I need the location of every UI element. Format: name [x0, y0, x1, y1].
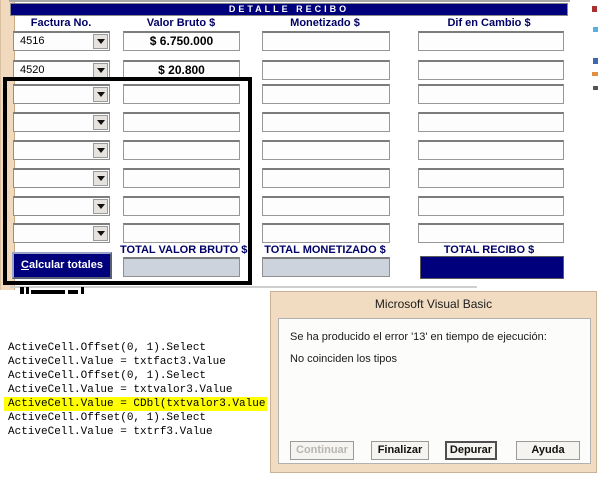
factura-combobox[interactable] [13, 140, 110, 160]
dif-en-cambio-input[interactable] [418, 168, 564, 188]
combo-dropdown-arrow-icon[interactable] [93, 171, 108, 186]
factura-combobox[interactable] [13, 84, 110, 104]
monetizado-input[interactable] [262, 168, 390, 188]
valor-bruto-input[interactable]: $ 20.800 [123, 60, 240, 80]
total-valor-bruto-label: TOTAL VALOR BRUTO $ [120, 244, 248, 256]
dif-en-cambio-input[interactable] [418, 196, 564, 216]
column-header-valor-bruto: Valor Bruto $ [146, 17, 216, 29]
table-row [0, 84, 600, 104]
code-text: ActiveCell.Value = CDbl(txtvalor3.Value [4, 397, 268, 411]
code-text: ActiveCell.Offset(0, 1).Select [8, 412, 207, 424]
monetizado-input[interactable] [262, 60, 390, 80]
dif-en-cambio-input[interactable] [418, 140, 564, 160]
code-text: ActiveCell.Offset(0, 1).Select [8, 342, 207, 354]
calcular-totales-button[interactable]: Calcular totales [12, 252, 112, 279]
combo-dropdown-arrow-icon[interactable] [93, 199, 108, 214]
code-line: ActiveCell.Value = txtrf3.Value [8, 425, 267, 439]
valor-bruto-input[interactable] [123, 112, 240, 132]
table-row: 4520 $ 20.800 [0, 60, 600, 80]
factura-combobox[interactable]: 4516 [13, 31, 110, 51]
table-row [0, 223, 600, 243]
vba-code-listing: ActiveCell.Offset(0, 1).Select ActiveCell… [4, 341, 268, 439]
factura-combobox[interactable] [13, 196, 110, 216]
dif-en-cambio-input[interactable] [418, 31, 564, 51]
finalizar-button[interactable]: Finalizar [371, 441, 429, 460]
combo-dropdown-arrow-icon[interactable] [93, 115, 108, 130]
combo-dropdown-arrow-icon[interactable] [93, 226, 108, 241]
code-line: ActiveCell.Value = txtvalor3.Value [8, 383, 267, 397]
monetizado-input[interactable] [262, 196, 390, 216]
column-header-monetizado: Monetizado $ [290, 17, 360, 29]
total-monetizado-field[interactable] [262, 257, 390, 277]
code-line-highlighted: ActiveCell.Value = CDbl(txtvalor3.Value [4, 397, 268, 411]
ayuda-button[interactable]: Ayuda [516, 441, 580, 460]
vb-error-dialog: Microsoft Visual Basic Se ha producido e… [270, 291, 597, 473]
total-monetizado-label: TOTAL MONETIZADO $ [264, 244, 386, 256]
combo-dropdown-arrow-icon[interactable] [93, 63, 108, 78]
code-line: ActiveCell.Offset(0, 1).Select [8, 411, 267, 425]
cropped-control-remnant [18, 287, 88, 294]
code-text: ActiveCell.Value = txtrf3.Value [8, 426, 213, 438]
monetizado-input[interactable] [262, 140, 390, 160]
combo-dropdown-arrow-icon[interactable] [93, 143, 108, 158]
combo-dropdown-arrow-icon[interactable] [93, 87, 108, 102]
code-line: ActiveCell.Offset(0, 1).Select [8, 369, 267, 383]
factura-combobox-value: 4520 [20, 64, 45, 76]
dialog-content: Se ha producido el error '13' en tiempo … [278, 318, 591, 464]
total-valor-bruto-field[interactable] [123, 257, 240, 277]
code-line: ActiveCell.Offset(0, 1).Select [8, 341, 267, 355]
valor-bruto-input[interactable] [123, 84, 240, 104]
table-row [0, 112, 600, 132]
total-recibo-label: TOTAL RECIBO $ [443, 244, 535, 256]
error-message-line1: Se ha producido el error '13' en tiempo … [290, 331, 547, 343]
valor-bruto-input[interactable] [123, 140, 240, 160]
total-recibo-field[interactable] [420, 256, 564, 279]
column-header-factura: Factura No. [30, 17, 92, 29]
code-text: ActiveCell.Value = txtfact3.Value [8, 356, 226, 368]
dif-en-cambio-input[interactable] [418, 223, 564, 243]
dif-en-cambio-input[interactable] [418, 60, 564, 80]
continuar-button: Continuar [290, 441, 354, 460]
table-row: 4516 $ 6.750.000 [0, 31, 600, 51]
table-row [0, 168, 600, 188]
screenshot-stage: DETALLE RECIBO Factura No. Valor Bruto $… [0, 0, 600, 482]
monetizado-input[interactable] [262, 84, 390, 104]
factura-combobox[interactable]: 4520 [13, 60, 110, 80]
factura-combobox[interactable] [13, 112, 110, 132]
valor-bruto-input[interactable] [123, 196, 240, 216]
dialog-title: Microsoft Visual Basic [374, 297, 493, 311]
factura-combobox[interactable] [13, 168, 110, 188]
monetizado-input[interactable] [262, 31, 390, 51]
dif-en-cambio-input[interactable] [418, 112, 564, 132]
valor-bruto-input[interactable]: $ 6.750.000 [123, 31, 240, 51]
valor-bruto-input[interactable] [123, 223, 240, 243]
background-artifact [593, 86, 598, 90]
valor-bruto-input[interactable] [123, 168, 240, 188]
error-message-line2: No coinciden los tipos [290, 353, 398, 365]
form-border-top [9, 0, 570, 2]
depurar-button[interactable]: Depurar [445, 441, 497, 460]
combo-dropdown-arrow-icon[interactable] [93, 34, 108, 49]
background-artifact [593, 27, 598, 32]
background-artifact [592, 72, 598, 76]
dif-en-cambio-input[interactable] [418, 84, 564, 104]
code-line: ActiveCell.Value = txtfact3.Value [8, 355, 267, 369]
background-artifact [593, 58, 598, 64]
column-header-dif-en-cambio: Dif en Cambio $ [447, 17, 531, 29]
monetizado-input[interactable] [262, 112, 390, 132]
code-text: ActiveCell.Offset(0, 1).Select [8, 370, 207, 382]
background-artifact [592, 6, 597, 12]
monetizado-input[interactable] [262, 223, 390, 243]
table-row [0, 140, 600, 160]
factura-combobox-value: 4516 [20, 35, 45, 47]
code-text: ActiveCell.Value = txtvalor3.Value [8, 384, 233, 396]
factura-combobox[interactable] [13, 223, 110, 243]
detalle-recibo-header: DETALLE RECIBO [10, 3, 568, 16]
table-row [0, 196, 600, 216]
